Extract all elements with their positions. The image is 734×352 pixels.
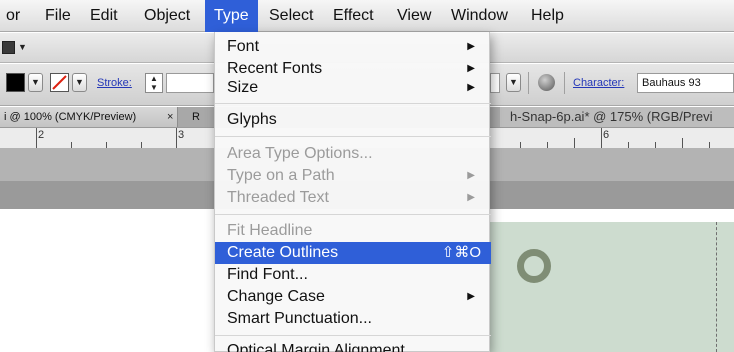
menu-item-label: Glyphs [227,111,277,128]
menu-window[interactable]: Window [451,0,508,32]
menu-view[interactable]: View [397,0,431,32]
menu-item-size[interactable]: Size ▶ [215,77,491,99]
separator [528,72,529,94]
ruler-mark: 3 [178,129,185,141]
menu-item-threaded-text: Threaded Text ▶ [215,187,491,209]
menu-type[interactable]: Type [205,0,258,32]
character-label[interactable]: Character: [573,77,624,89]
menu-help[interactable]: Help [531,0,564,32]
menu-item-create-outlines[interactable]: Create Outlines ⇧⌘O [215,242,491,264]
stroke-label[interactable]: Stroke: [97,77,132,89]
menu-item-label: Area Type Options... [227,145,373,162]
workspace-switcher-icon[interactable] [2,41,15,54]
tab-document-3[interactable]: h-Snap-6p.ai* @ 175% (RGB/Previ [500,107,734,127]
menu-item-area-type-options: Area Type Options... [215,143,491,165]
tab-document-2[interactable]: R [192,107,212,127]
font-family-field[interactable]: Bauhaus 93 [637,73,734,93]
menu-item-label: Create Outlines [227,244,339,261]
submenu-arrow-icon: ▶ [467,82,475,93]
menu-separator [215,136,491,137]
menu-item-label: Smart Punctuation... [227,310,372,327]
ruler-tick [601,128,602,148]
ring-shape[interactable] [517,249,551,283]
opacity-field[interactable] [490,73,500,93]
menu-item-label: Optical Margin Alignment [227,342,405,352]
menu-object[interactable]: Object [144,0,190,32]
fill-swatch[interactable] [6,73,25,92]
type-menu-dropdown: Font ▶ Recent Fonts ▶ Size ▶ Glyphs Area… [214,32,491,352]
separator [564,72,565,94]
fill-dropdown-button[interactable]: ▼ [28,73,43,92]
menu-item-smart-punctuation[interactable]: Smart Punctuation... [215,308,491,330]
dropdown-arrow-icon[interactable]: ▼ [18,42,27,52]
menu-item-optical-margin-alignment[interactable]: Optical Margin Alignment [215,340,491,352]
ruler-mark: 2 [38,129,45,141]
tab-document-1[interactable]: i @ 100% (CMYK/Preview) × [0,107,178,127]
tab-label: i @ 100% (CMYK/Preview) [4,111,137,123]
stroke-swatch[interactable] [50,73,69,92]
menu-item-label: Recent Fonts [227,60,323,77]
stroke-dropdown-button[interactable]: ▼ [72,73,87,92]
stroke-weight-field[interactable] [166,73,214,93]
menu-bar: or File Edit Object Type Select Effect V… [0,0,734,32]
submenu-arrow-icon: ▶ [467,291,475,302]
stroke-stepper-icon[interactable]: ▲ ▼ [145,73,163,93]
menu-file[interactable]: File [45,0,71,32]
menu-illustrator[interactable]: or [6,0,20,32]
menu-item-label: Change Case [227,288,325,305]
opacity-dropdown-button[interactable]: ▼ [506,73,521,92]
menu-item-label: Size [227,79,259,96]
ruler-tick [682,138,683,148]
menu-item-label: Threaded Text [227,189,329,206]
menu-separator [215,214,491,215]
menu-edit[interactable]: Edit [90,0,118,32]
menu-separator [215,103,491,104]
ruler-tick [574,138,575,148]
menu-item-label: Font [227,38,260,55]
menu-item-font[interactable]: Font ▶ [215,36,491,58]
submenu-arrow-icon: ▶ [467,170,475,181]
artboard[interactable] [490,222,734,352]
submenu-arrow-icon: ▶ [467,41,475,52]
menu-select[interactable]: Select [269,0,313,32]
guide-line [716,222,717,352]
menu-separator [215,335,491,336]
menu-item-label: Find Font... [227,266,308,283]
menu-item-glyphs[interactable]: Glyphs [215,109,491,131]
globe-icon[interactable] [538,74,555,91]
close-icon[interactable]: × [167,107,173,127]
keyboard-shortcut: ⇧⌘O [441,244,481,261]
submenu-arrow-icon: ▶ [467,192,475,203]
menu-effect[interactable]: Effect [333,0,374,32]
ruler-tick [176,128,177,148]
menu-item-type-on-a-path: Type on a Path ▶ [215,165,491,187]
none-fill-icon [52,75,67,90]
menu-item-label: Type on a Path [227,167,335,184]
ruler-tick [36,128,37,148]
menu-item-fit-headline: Fit Headline [215,220,491,242]
ruler-mark: 6 [603,129,610,141]
menu-item-find-font[interactable]: Find Font... [215,264,491,286]
menu-item-label: Fit Headline [227,222,313,239]
menu-item-change-case[interactable]: Change Case ▶ [215,286,491,308]
